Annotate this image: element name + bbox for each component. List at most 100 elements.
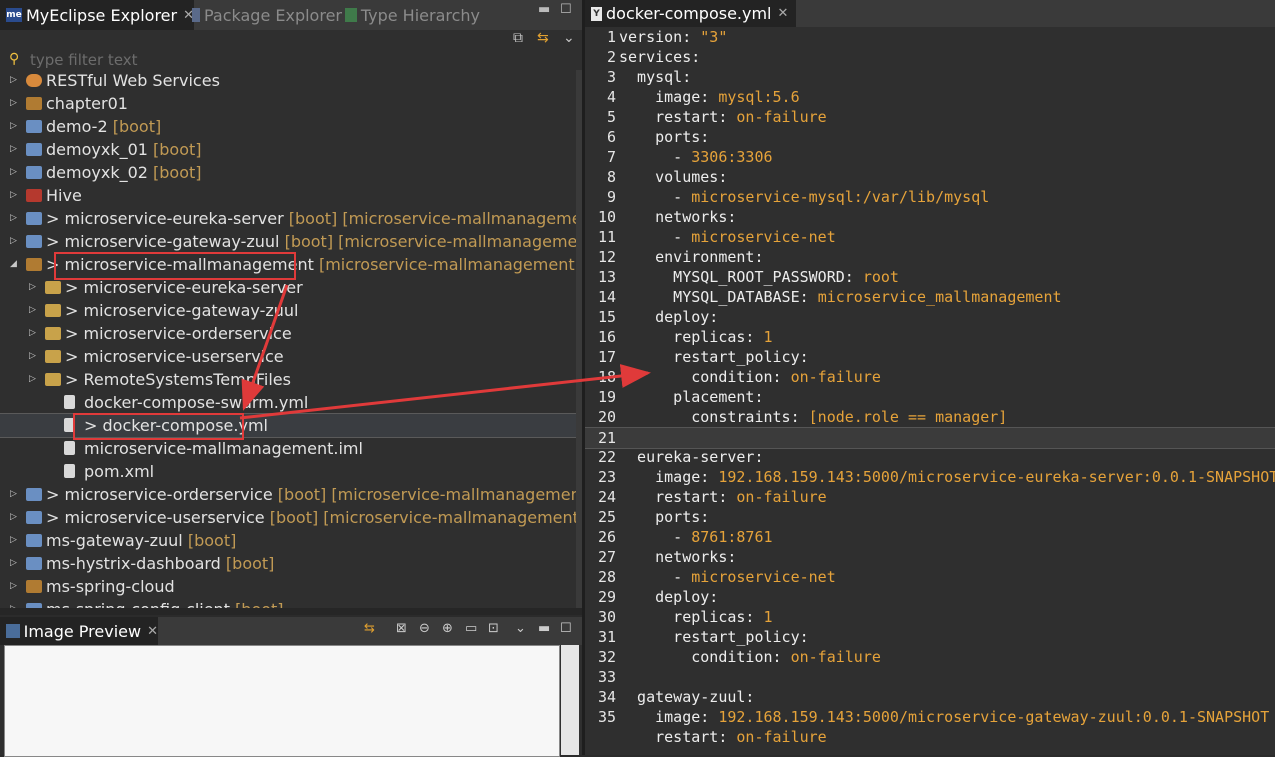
view-menu-chevron-icon[interactable]: ⌄ bbox=[563, 30, 575, 46]
tree-row-label: ms-gateway-zuul [boot] bbox=[46, 529, 236, 552]
collapsed-arrow-icon[interactable]: ▷ bbox=[10, 184, 17, 207]
link-editor-icon[interactable]: ⇆ bbox=[537, 30, 549, 46]
collapsed-arrow-icon[interactable]: ▷ bbox=[10, 230, 17, 253]
actual-size-icon[interactable]: ▭ bbox=[465, 621, 477, 636]
tree-row[interactable]: ▷ Hive bbox=[0, 184, 576, 207]
myeclipse-icon: me bbox=[6, 8, 22, 22]
line-number: 10 bbox=[597, 208, 616, 226]
collapsed-arrow-icon[interactable]: ▷ bbox=[29, 368, 36, 391]
fit-icon[interactable]: ⊠ bbox=[396, 621, 407, 636]
collapsed-arrow-icon[interactable]: ▷ bbox=[10, 115, 17, 138]
tree-row[interactable]: ▷ ms-gateway-zuul [boot] bbox=[0, 529, 576, 552]
tree-row[interactable]: ▷ > microservice-orderservice bbox=[0, 322, 576, 345]
close-icon[interactable]: ✕ bbox=[147, 624, 158, 639]
tree-row-label: > microservice-orderservice [boot] [micr… bbox=[46, 483, 576, 506]
code-editor[interactable]: 1 version: "3" 2 services: 3 mysql: 4 image: … bbox=[585, 27, 1275, 755]
zoom-out-icon[interactable]: ⊖ bbox=[419, 621, 430, 636]
tree-row[interactable]: ▷ > microservice-gateway-zuul bbox=[0, 299, 576, 322]
tab-package-explorer[interactable]: Package Explorer bbox=[192, 0, 342, 30]
maximize-icon[interactable]: ☐ bbox=[560, 621, 572, 636]
tree-row-label: demoyxk_01 [boot] bbox=[46, 138, 202, 161]
zoom-in-icon[interactable]: ⊕ bbox=[442, 621, 453, 636]
collapsed-arrow-icon[interactable]: ▷ bbox=[10, 529, 17, 552]
close-icon[interactable]: ✕ bbox=[778, 6, 789, 21]
folder-icon bbox=[45, 373, 61, 386]
preview-scrollbar[interactable] bbox=[561, 645, 579, 755]
expanded-arrow-icon[interactable]: ◢ bbox=[10, 253, 17, 276]
collapsed-arrow-icon[interactable]: ▷ bbox=[10, 575, 17, 598]
yaml-key: - bbox=[619, 148, 692, 166]
yaml-key: placement: bbox=[619, 388, 764, 406]
collapse-all-icon[interactable]: ⧉ bbox=[513, 30, 523, 46]
tree-row[interactable]: ▷ demoyxk_01 [boot] bbox=[0, 138, 576, 161]
collapsed-arrow-icon[interactable]: ▷ bbox=[10, 207, 17, 230]
code-line: 12 environment: bbox=[585, 247, 1275, 267]
globe-icon bbox=[26, 74, 42, 87]
yaml-value: 1 bbox=[763, 328, 773, 346]
collapsed-arrow-icon[interactable]: ▷ bbox=[29, 276, 36, 299]
search-icon: ⚲ bbox=[9, 51, 20, 67]
line-number: 24 bbox=[597, 488, 616, 506]
collapsed-arrow-icon[interactable]: ▷ bbox=[29, 345, 36, 368]
fit-window-icon[interactable]: ⊡ bbox=[488, 621, 499, 636]
tree-row[interactable]: ▷ demo-2 [boot] bbox=[0, 115, 576, 138]
sync-icon[interactable]: ⇆ bbox=[364, 621, 375, 636]
tree-row[interactable]: ▷ ms-hystrix-dashboard [boot] bbox=[0, 552, 576, 575]
tree-row[interactable]: ▷ > microservice-eureka-server [boot] [mi… bbox=[0, 207, 576, 230]
tree-row[interactable]: ▷ > microservice-userservice bbox=[0, 345, 576, 368]
collapsed-arrow-icon[interactable]: ▷ bbox=[29, 299, 36, 322]
yaml-key: MYSQL_DATABASE: bbox=[619, 288, 818, 306]
yaml-value: microservice_mallmanagement bbox=[817, 288, 1062, 306]
line-number: 34 bbox=[597, 688, 616, 706]
line-text: deploy: bbox=[619, 587, 718, 607]
tree-row[interactable]: docker-compose-swarm.yml bbox=[0, 391, 576, 414]
yaml-key: deploy: bbox=[619, 588, 719, 606]
tree-row[interactable]: pom.xml bbox=[0, 460, 576, 483]
line-number: 17 bbox=[597, 348, 616, 366]
tree-row[interactable]: ▷ > microservice-orderservice [boot] [mic… bbox=[0, 483, 576, 506]
tab-type-hierarchy[interactable]: Type Hierarchy bbox=[345, 0, 480, 30]
tab-image-preview[interactable]: Image Preview ✕ bbox=[0, 617, 158, 645]
view-menu-chevron-icon[interactable]: ⌄ bbox=[515, 621, 526, 636]
tab-label: Image Preview bbox=[23, 621, 142, 641]
boot-icon bbox=[26, 511, 42, 524]
tree-row[interactable]: ▷ > microservice-userservice [boot] [micr… bbox=[0, 506, 576, 529]
collapsed-arrow-icon[interactable]: ▷ bbox=[29, 322, 36, 345]
tab-myeclipse-explorer[interactable]: me MyEclipse Explorer ✕ bbox=[0, 0, 194, 30]
line-text: replicas: 1 bbox=[619, 327, 773, 347]
code-line: 18 condition: on-failure bbox=[585, 367, 1275, 387]
tree-row-label: microservice-mallmanagement.iml bbox=[84, 437, 363, 460]
collapsed-arrow-icon[interactable]: ▷ bbox=[10, 138, 17, 161]
tab-label: MyEclipse Explorer bbox=[25, 5, 178, 25]
tree-row-name: > microservice-userservice bbox=[65, 347, 284, 366]
tree-horizontal-scrollbar[interactable] bbox=[0, 608, 582, 615]
minimize-icon[interactable]: ▬ bbox=[538, 621, 550, 636]
code-line: 5 restart: on-failure bbox=[585, 107, 1275, 127]
collapsed-arrow-icon[interactable]: ▷ bbox=[10, 483, 17, 506]
tree-row[interactable]: microservice-mallmanagement.iml bbox=[0, 437, 576, 460]
hierarchy-icon bbox=[345, 8, 357, 22]
boot-icon bbox=[26, 557, 42, 570]
collapsed-arrow-icon[interactable]: ▷ bbox=[10, 506, 17, 529]
tree-row-label: ms-hystrix-dashboard [boot] bbox=[46, 552, 274, 575]
line-number: 19 bbox=[597, 388, 616, 406]
tree-row[interactable]: ▷ > microservice-gateway-zuul [boot] [mic… bbox=[0, 230, 576, 253]
filter-input[interactable]: type filter text bbox=[30, 51, 138, 69]
maximize-icon[interactable]: ☐ bbox=[560, 2, 572, 17]
yaml-key: restart_policy: bbox=[619, 348, 809, 366]
collapsed-arrow-icon[interactable]: ▷ bbox=[10, 69, 17, 92]
tree-row[interactable]: ▷ demoyxk_02 [boot] bbox=[0, 161, 576, 184]
collapsed-arrow-icon[interactable]: ▷ bbox=[10, 92, 17, 115]
line-text: condition: on-failure bbox=[619, 367, 881, 387]
collapsed-arrow-icon[interactable]: ▷ bbox=[10, 552, 17, 575]
code-line: 17 restart_policy: bbox=[585, 347, 1275, 367]
tree-row[interactable]: ▷ RESTful Web Services bbox=[0, 69, 576, 92]
tree-row[interactable]: ▷ > RemoteSystemsTempFiles bbox=[0, 368, 576, 391]
tab-docker-compose-yml[interactable]: Y docker-compose.yml ✕ bbox=[585, 0, 796, 27]
collapsed-arrow-icon[interactable]: ▷ bbox=[10, 161, 17, 184]
line-number: 29 bbox=[597, 588, 616, 606]
minimize-icon[interactable]: ▬ bbox=[538, 2, 550, 17]
code-line: 16 replicas: 1 bbox=[585, 327, 1275, 347]
tree-row[interactable]: ▷ chapter01 bbox=[0, 92, 576, 115]
tree-row[interactable]: ▷ ms-spring-cloud bbox=[0, 575, 576, 598]
